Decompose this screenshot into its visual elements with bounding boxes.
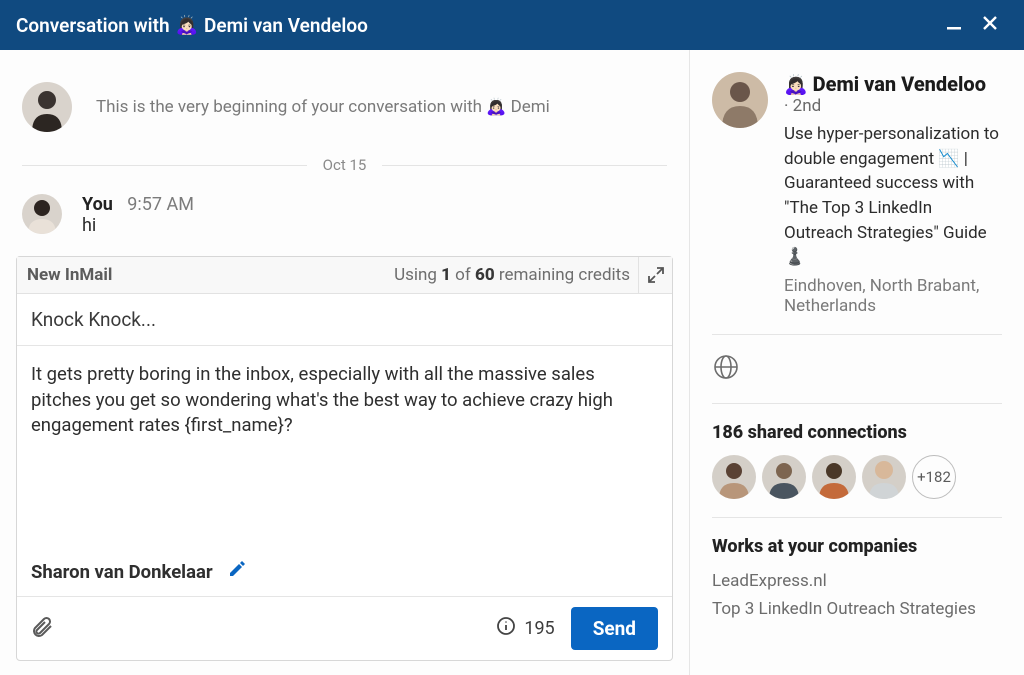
message-text: hi [82, 215, 194, 236]
company-item[interactable]: LeadExpress.nl [712, 567, 1002, 595]
date-separator: Oct 15 [22, 156, 667, 174]
connection-avatar[interactable] [862, 455, 906, 499]
edit-signature-button[interactable] [227, 559, 247, 584]
shared-connections-heading[interactable]: 186 shared connections [712, 422, 1002, 443]
compose-signature: Sharon van Donkelaar [31, 561, 213, 583]
date-label: Oct 15 [323, 156, 367, 174]
compose-box: New InMail Using 1 of 60 remaining credi… [16, 256, 673, 661]
title-name: Demi van Vendeloo [204, 14, 368, 37]
credits-text: Using 1 of 60 remaining credits [394, 265, 630, 285]
title-emoji: 🙇🏻‍♀️ [176, 15, 198, 36]
profile-avatar[interactable] [712, 72, 768, 128]
close-button[interactable] [972, 13, 1008, 38]
compose-subject-input[interactable]: Knock Knock... [17, 294, 672, 346]
self-avatar [22, 194, 62, 234]
attach-button[interactable] [31, 615, 55, 643]
message-sender: You [82, 194, 113, 215]
info-icon[interactable] [496, 616, 516, 641]
company-item[interactable]: Top 3 LinkedIn Outreach Strategies [712, 595, 1002, 623]
compose-body-input[interactable]: It gets pretty boring in the inbox, espe… [17, 346, 672, 559]
connection-avatar[interactable] [762, 455, 806, 499]
profile-emoji: 🙇🏻‍♀️ [784, 73, 808, 96]
titlebar: Conversation with 🙇🏻‍♀️ Demi van Vendelo… [0, 0, 1024, 50]
contact-avatar [22, 82, 72, 132]
title-prefix: Conversation with [16, 14, 170, 37]
connection-avatar[interactable] [812, 455, 856, 499]
intro-text: This is the very beginning of your conve… [96, 97, 482, 117]
intro-emoji: 🙇🏻‍♀️ [486, 97, 506, 116]
conversation-intro: This is the very beginning of your conve… [14, 74, 675, 150]
expand-compose-button[interactable] [638, 257, 672, 293]
send-button[interactable]: Send [571, 607, 658, 650]
profile-panel: 🙇🏻‍♀️ Demi van Vendeloo · 2nd Use hyper-… [689, 50, 1024, 675]
compose-type-label: New InMail [27, 265, 112, 285]
minimize-button[interactable] [936, 13, 972, 38]
message-row: You 9:57 AM hi [14, 188, 675, 250]
profile-location: Eindhoven, North Brabant, Netherlands [784, 276, 1002, 316]
profile-name[interactable]: Demi van Vendeloo [813, 72, 986, 96]
char-count: 195 [524, 618, 554, 639]
message-time: 9:57 AM [127, 194, 194, 215]
more-connections-button[interactable]: +182 [912, 455, 956, 499]
shared-connections-avatars[interactable]: +182 [712, 455, 1002, 499]
works-at-heading: Works at your companies [712, 536, 1002, 557]
connection-avatar[interactable] [712, 455, 756, 499]
profile-degree: · 2nd [784, 96, 1002, 116]
profile-headline: Use hyper-personalization to double enga… [784, 122, 1002, 270]
intro-name: Demi [511, 97, 550, 117]
globe-icon[interactable] [712, 366, 740, 385]
conversation-panel: This is the very beginning of your conve… [0, 50, 689, 675]
